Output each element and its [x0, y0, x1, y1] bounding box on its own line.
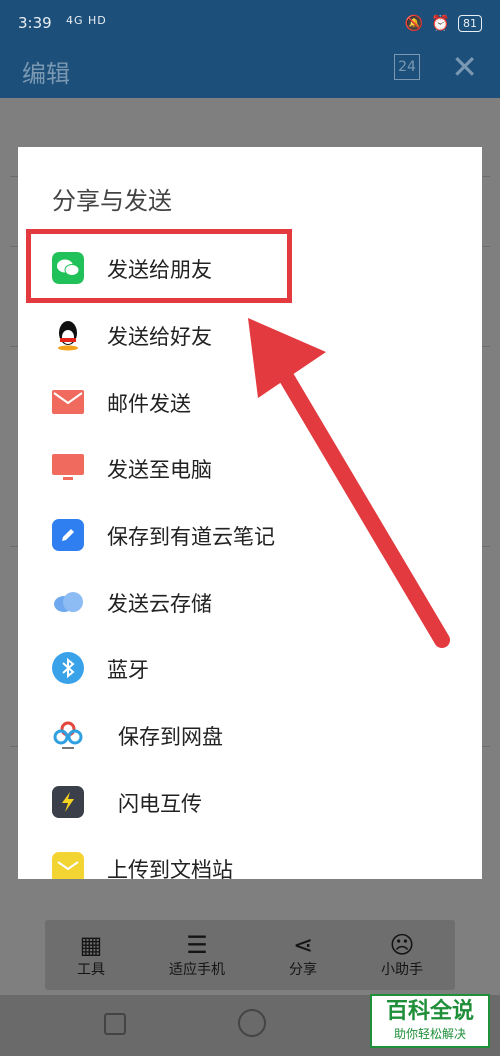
watermark-title: 百科全说 — [385, 999, 474, 1024]
watermark-subtitle: 助你轻松解决 — [393, 1027, 466, 1041]
annotation-arrow — [248, 318, 450, 648]
watermark-logo: 百科全说 助你轻松解决 — [370, 994, 490, 1048]
